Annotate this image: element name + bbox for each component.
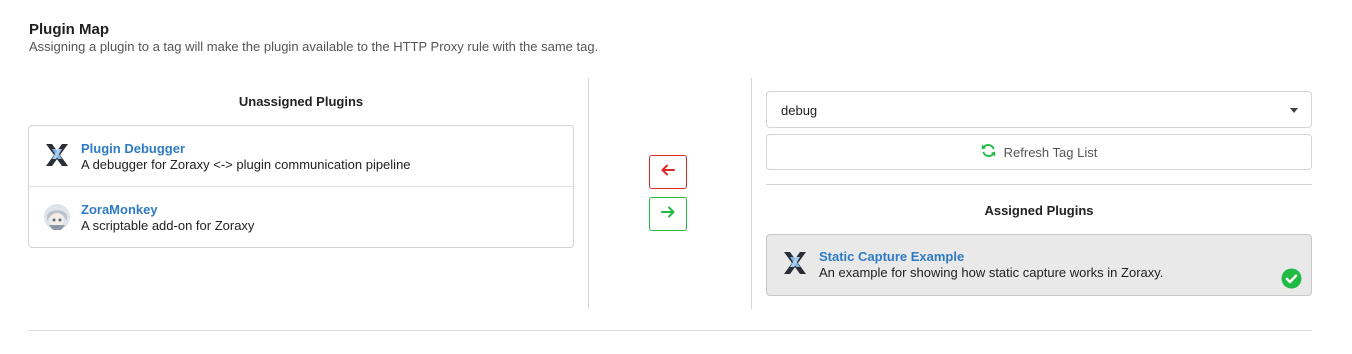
check-circle-icon	[1281, 268, 1302, 289]
list-item-static-capture-example[interactable]: Static Capture Example An example for sh…	[766, 234, 1312, 296]
caret-down-icon	[1290, 108, 1298, 113]
plugin-description: A debugger for Zoraxy <-> plugin communi…	[81, 157, 411, 172]
column-divider	[588, 78, 589, 309]
bottom-divider	[28, 330, 1312, 331]
assigned-plugins-title: Assigned Plugins	[984, 203, 1094, 218]
list-item-zoramonkey[interactable]: ZoraMonkey A scriptable add-on for Zorax…	[29, 186, 573, 247]
zoramonkey-avatar-icon	[43, 203, 71, 231]
refresh-tag-list-button[interactable]: Refresh Tag List	[766, 134, 1312, 170]
page-subtitle: Assigning a plugin to a tag will make th…	[29, 39, 599, 54]
refresh-icon	[981, 143, 1004, 161]
plugin-description: An example for showing how static captur…	[819, 265, 1164, 280]
arrow-right-icon	[661, 205, 675, 223]
remove-plugin-button[interactable]	[649, 155, 687, 189]
tag-select-value: debug	[781, 103, 818, 118]
section-divider	[766, 184, 1312, 185]
plugin-map-header: Plugin Map Assigning a plugin to a tag w…	[29, 21, 598, 55]
plugin-name-link[interactable]: Plugin Debugger	[81, 141, 185, 156]
add-plugin-button[interactable]	[649, 197, 687, 231]
list-item-plugin-debugger[interactable]: Plugin Debugger A debugger for Zoraxy <-…	[29, 126, 573, 186]
plugin-description: A scriptable add-on for Zoraxy	[81, 218, 255, 233]
tag-select-dropdown[interactable]: debug	[766, 91, 1312, 128]
unassigned-plugins-title: Unassigned Plugins	[238, 94, 364, 109]
column-divider	[751, 78, 752, 309]
plugin-name-link[interactable]: Static Capture Example	[819, 249, 964, 264]
plugin-name-link[interactable]: ZoraMonkey	[81, 202, 158, 217]
arrow-left-icon	[661, 163, 675, 181]
zoraxy-x-icon	[781, 250, 809, 278]
page-title: Plugin Map	[29, 21, 109, 38]
zoraxy-x-icon	[43, 142, 71, 170]
refresh-label: Refresh Tag List	[1003, 144, 1098, 160]
unassigned-plugin-list: Plugin Debugger A debugger for Zoraxy <-…	[28, 125, 574, 248]
